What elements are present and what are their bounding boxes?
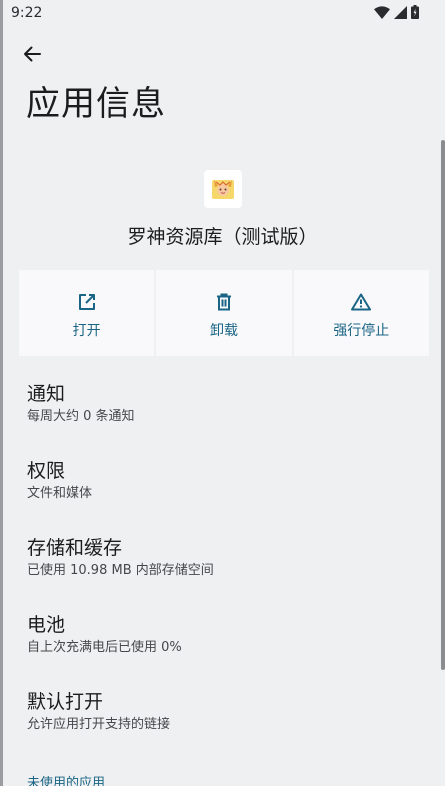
wifi-icon: [374, 5, 390, 19]
uninstall-label: 卸载: [209, 323, 238, 339]
open-label: 打开: [72, 323, 101, 339]
setting-permissions[interactable]: 权限 文件和媒体: [27, 460, 427, 537]
setting-storage-cache[interactable]: 存储和缓存 已使用 10.98 MB 内部存储空间: [27, 537, 427, 614]
back-button[interactable]: [16, 38, 48, 70]
settings-list: 通知 每周大约 0 条通知 权限 文件和媒体 存储和缓存 已使用 10.98 M…: [27, 383, 427, 768]
arrow-back-icon: [24, 46, 41, 62]
scrollbar[interactable]: [441, 140, 445, 670]
battery-icon: [411, 5, 419, 19]
setting-open-by-default[interactable]: 默认打开 允许应用打开支持的链接: [27, 691, 427, 768]
status-time: 9:22: [11, 5, 43, 21]
section-header-unused-apps: 未使用的应用: [27, 776, 106, 786]
force-stop-label: 强行停止: [333, 323, 390, 339]
app-name: 罗神资源库（测试版）: [127, 226, 318, 248]
trash-icon: [216, 293, 231, 311]
status-icons: [374, 5, 419, 19]
setting-title: 默认打开: [27, 691, 104, 713]
setting-title: 电池: [27, 614, 66, 636]
page-title: 应用信息: [26, 84, 166, 124]
setting-battery[interactable]: 电池 自上次充满电后已使用 0%: [27, 614, 427, 691]
setting-notifications[interactable]: 通知 每周大约 0 条通知: [27, 383, 427, 460]
setting-summary: 文件和媒体: [27, 486, 93, 501]
setting-summary: 自上次充满电后已使用 0%: [27, 640, 182, 655]
open-button[interactable]: 打开: [19, 270, 155, 356]
warning-icon: [351, 293, 372, 311]
left-edge-divider: [0, 0, 3, 786]
setting-summary: 每周大约 0 条通知: [27, 409, 135, 424]
app-logo-icon: [212, 180, 234, 199]
force-stop-button[interactable]: 强行停止: [293, 270, 429, 356]
setting-title: 权限: [27, 460, 66, 482]
app-icon: [204, 170, 242, 208]
status-bar: 9:22: [3, 0, 445, 26]
setting-summary: 已使用 10.98 MB 内部存储空间: [27, 563, 214, 578]
action-row: 打开 卸载 强行停止: [19, 270, 429, 356]
setting-title: 通知: [27, 383, 66, 405]
setting-summary: 允许应用打开支持的链接: [27, 717, 171, 732]
setting-title: 存储和缓存: [27, 537, 123, 559]
open-external-icon: [78, 294, 95, 310]
uninstall-button[interactable]: 卸载: [156, 270, 292, 356]
signal-icon: [394, 5, 407, 19]
